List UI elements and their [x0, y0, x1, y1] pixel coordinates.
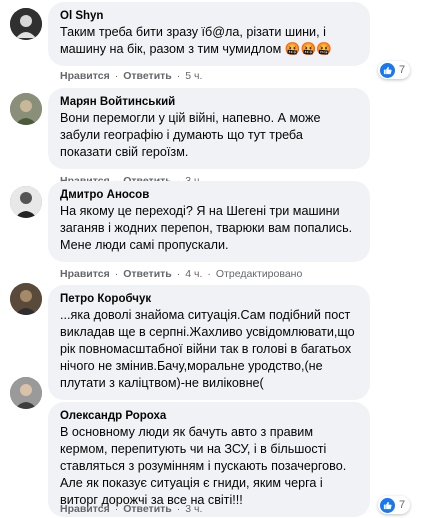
comment-actions: Нравится · Ответить · 5 ч.: [60, 70, 202, 82]
comment-bubble: Петро Коробчук ...яка доволі знайома сит…: [48, 285, 370, 400]
comment-author[interactable]: Олександр Ророха: [60, 409, 358, 424]
separator: ·: [176, 268, 181, 280]
reaction-count[interactable]: 7: [378, 61, 411, 79]
comment-author[interactable]: Ol Shyn: [60, 9, 358, 24]
edited-label[interactable]: Отредактировано: [216, 268, 302, 280]
avatar[interactable]: [10, 186, 42, 218]
avatar[interactable]: [10, 93, 42, 125]
like-icon: [380, 62, 395, 78]
separator: ·: [207, 268, 211, 280]
comment-bubble: Дмитро Аносов На якому це переході? Я на…: [48, 181, 370, 262]
comment-bubble: Олександр Ророха В основному люди як бач…: [48, 402, 370, 517]
comment-actions: Нравится · Ответить · 4 ч. · Отредактиро…: [60, 268, 302, 280]
separator: ·: [114, 268, 119, 280]
separator: ·: [176, 503, 181, 515]
like-button[interactable]: Нравится: [60, 70, 110, 82]
separator: ·: [114, 70, 119, 82]
comment-text: Таким треба бити зразу їб@ла, різати шин…: [60, 25, 332, 56]
avatar[interactable]: [10, 377, 42, 409]
timestamp[interactable]: 4 ч.: [185, 268, 202, 280]
separator: ·: [114, 503, 119, 515]
reply-button[interactable]: Ответить: [123, 268, 172, 280]
reaction-number: 7: [399, 64, 406, 76]
comment-text: Вони перемогли у цій війні, напевно. А м…: [60, 111, 321, 159]
comment-text: В основному люди як бачуть авто з правим…: [60, 425, 347, 507]
comment-author[interactable]: Петро Коробчук: [60, 292, 358, 307]
reaction-number: 7: [399, 499, 406, 511]
comment-author[interactable]: Марян Войтинський: [60, 95, 358, 110]
comment-actions: Нравится · Ответить · 3 ч.: [60, 503, 202, 515]
comment-bubble: Ol Shyn Таким треба бити зразу їб@ла, рі…: [48, 2, 370, 66]
comment-bubble: Марян Войтинський Вони перемогли у цій в…: [48, 88, 370, 169]
timestamp[interactable]: 5 ч.: [185, 70, 202, 82]
like-icon: [380, 497, 395, 513]
comment-text: На якому це переході? Я на Шегені три ма…: [60, 204, 353, 252]
timestamp[interactable]: 3 ч.: [185, 503, 202, 515]
like-button[interactable]: Нравится: [60, 268, 110, 280]
reply-button[interactable]: Ответить: [123, 503, 172, 515]
like-button[interactable]: Нравится: [60, 503, 110, 515]
avatar[interactable]: [10, 8, 42, 40]
reaction-count[interactable]: 7: [378, 496, 411, 514]
comment-author[interactable]: Дмитро Аносов: [60, 188, 358, 203]
comment-text: ...яка доволі знайома ситуація.Сам подіб…: [60, 308, 355, 390]
avatar[interactable]: [10, 283, 42, 315]
reply-button[interactable]: Ответить: [123, 70, 172, 82]
separator: ·: [176, 70, 181, 82]
